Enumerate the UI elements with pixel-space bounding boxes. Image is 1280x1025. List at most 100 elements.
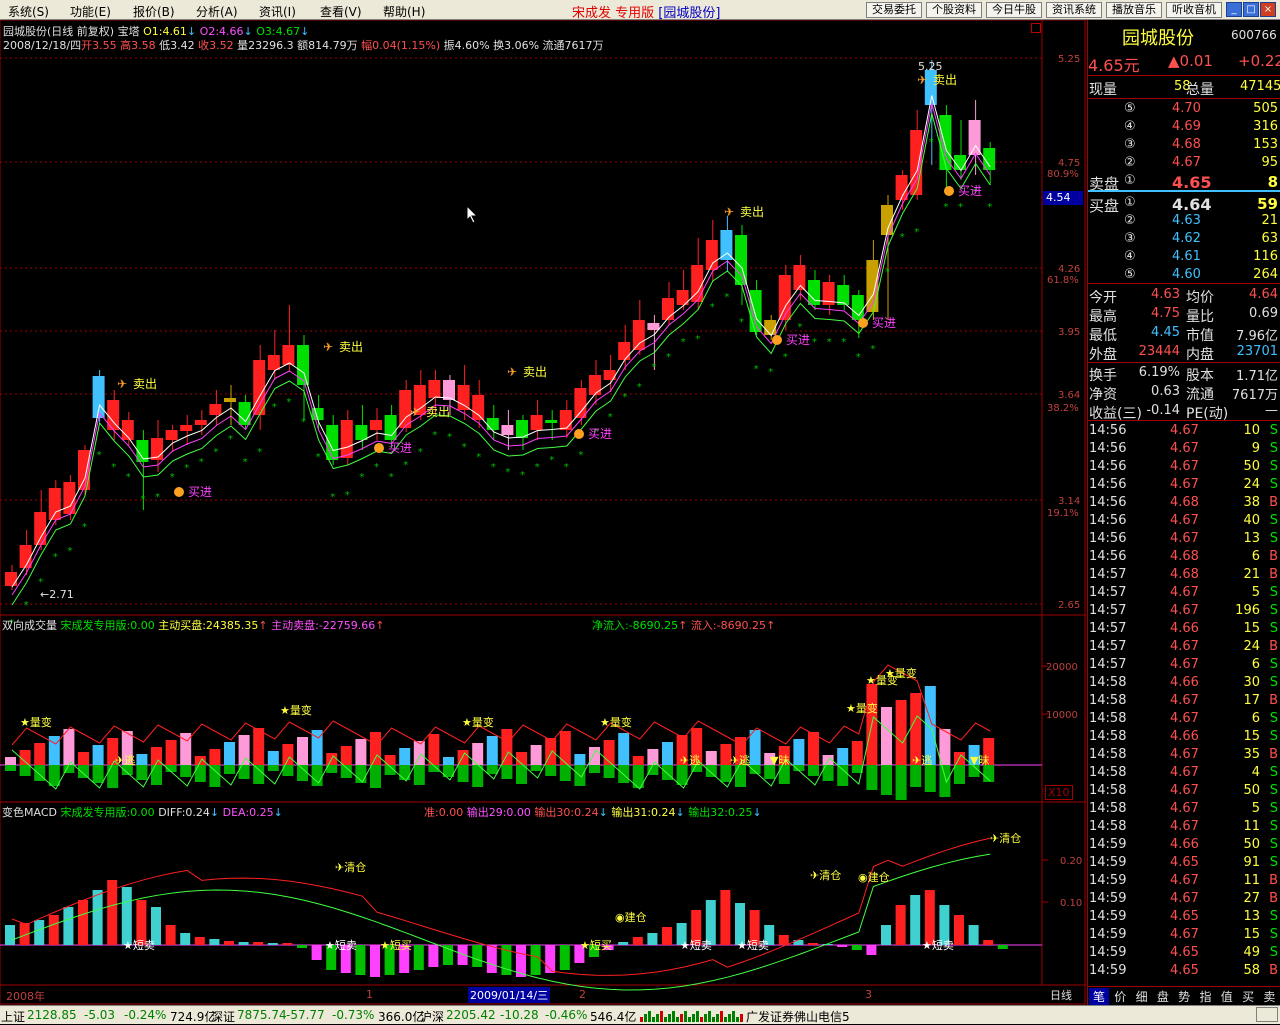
macd-histogram-bar — [983, 940, 994, 945]
tick-price: 4.67 — [1170, 927, 1199, 942]
play-music-button[interactable]: 播放音乐 — [1106, 2, 1162, 18]
menu-function[interactable]: 功能(E) — [70, 3, 111, 20]
ask-level-row[interactable]: ③ 4.68 153 — [1088, 136, 1280, 154]
candle-body — [574, 388, 587, 418]
tick-side: S — [1269, 711, 1278, 726]
bid-level-row[interactable]: ④ 4.61 116 — [1088, 248, 1280, 266]
period-label[interactable]: 日线 — [1050, 987, 1072, 1003]
ask-level: ③ — [1124, 137, 1136, 152]
sz-change: -57.77 — [286, 1008, 325, 1022]
support-dot: * — [914, 227, 919, 238]
ask-level-row[interactable]: ② 4.67 95 — [1088, 154, 1280, 172]
side-tab[interactable]: 值 — [1217, 988, 1237, 1005]
menu-view[interactable]: 查看(V) — [320, 3, 362, 20]
menu-info[interactable]: 资讯(I) — [259, 3, 296, 20]
candle-body — [107, 400, 120, 430]
ask-level-row[interactable]: 卖盘 ① 4.65 8 — [1088, 172, 1280, 193]
stat-value: 1.71亿 — [1236, 369, 1278, 384]
side-tab[interactable]: 细 — [1132, 988, 1152, 1005]
ask-volume: 8 — [1267, 173, 1278, 191]
close-icon[interactable]: × — [1260, 2, 1276, 17]
menu-system[interactable]: 系统(S) — [8, 3, 49, 20]
candle-body — [340, 420, 353, 458]
support-dot: * — [666, 352, 671, 363]
vol-bar-up — [574, 754, 586, 765]
vol-bar-down — [253, 765, 265, 784]
tick-side: B — [1269, 873, 1278, 888]
side-tab[interactable]: 指 — [1196, 988, 1216, 1005]
ask-level-row[interactable]: ④ 4.69 316 — [1088, 118, 1280, 136]
buy-signal-label: 买进 — [188, 485, 212, 499]
tick-volume: 13 — [1243, 531, 1260, 546]
vol-red-line — [11, 664, 991, 746]
macd-histogram-bar — [238, 942, 249, 945]
stock-profile-button[interactable]: 个股资料 — [926, 2, 982, 18]
support-dot: * — [389, 472, 394, 483]
connection-icon[interactable] — [1256, 1007, 1278, 1022]
side-tab[interactable]: 价 — [1110, 988, 1130, 1005]
x10-label[interactable]: X10 — [1045, 785, 1073, 800]
bid-level-row[interactable]: ③ 4.62 63 — [1088, 230, 1280, 248]
support-dot: * — [199, 457, 204, 468]
menu-analysis[interactable]: 分析(A) — [196, 3, 238, 20]
side-tab[interactable]: 势 — [1174, 988, 1194, 1005]
support-dot: * — [681, 337, 686, 348]
vol-bar-up — [618, 733, 630, 765]
vol-bar-down — [209, 765, 221, 787]
tick-row: 14:59 4.67 15 S — [1088, 926, 1280, 944]
stat-label: 今开 — [1089, 290, 1117, 306]
tick-row: 14:58 4.67 11 S — [1088, 818, 1280, 836]
side-tab[interactable]: 卖 — [1259, 988, 1279, 1005]
side-tab[interactable]: 买 — [1238, 988, 1258, 1005]
tick-side: S — [1269, 531, 1278, 546]
macd-histogram-bar — [253, 942, 264, 945]
tick-volume: 49 — [1243, 945, 1260, 960]
chart-corner-icon[interactable] — [1031, 23, 1041, 33]
candle-body — [895, 175, 908, 200]
support-dot: * — [67, 546, 72, 557]
macd-histogram-bar — [472, 945, 483, 967]
macd-histogram-bar — [559, 945, 570, 970]
ask-level-row[interactable]: ⑤ 4.70 505 — [1088, 100, 1280, 118]
vol-bar-up — [939, 729, 951, 765]
ask-volume: 153 — [1253, 137, 1278, 152]
sell-signal-label: 卖出 — [426, 405, 450, 419]
tick-price: 4.65 — [1170, 909, 1199, 924]
vol-bar-down — [194, 765, 206, 782]
chart-area[interactable]: 5.25 4.75 4.26 3.95 3.64 3.14 2.65 80.9% 61.8% 38… — [0, 20, 1086, 1005]
menu-quote[interactable]: 报价(B) — [133, 3, 175, 20]
menu-help[interactable]: 帮助(H) — [383, 3, 425, 20]
stat-value: 6.19% — [1138, 365, 1180, 380]
tick-volume: 27 — [1243, 891, 1260, 906]
vol-bar-down — [48, 765, 60, 786]
bid-level-row[interactable]: 买盘 ① 4.64 59 — [1088, 194, 1280, 215]
side-tab[interactable]: 盘 — [1153, 988, 1173, 1005]
candle-body — [545, 420, 558, 423]
tick-time: 14:58 — [1089, 693, 1127, 708]
side-tab[interactable]: 笔 — [1089, 988, 1109, 1005]
ask-level: ② — [1124, 155, 1136, 170]
radio-button[interactable]: 听收音机 — [1166, 2, 1222, 18]
tick-row: 14:58 4.67 6 S — [1088, 710, 1280, 728]
minimize-icon[interactable]: _ — [1226, 2, 1242, 17]
macd-histogram-bar — [5, 925, 15, 945]
macd-outputs: 准:0.00 输出29:0.00 输出30:0.24↓ 输出31:0.24↓ 输… — [424, 806, 762, 819]
vol-bar-up — [881, 707, 892, 765]
vol-bar-up — [136, 754, 148, 765]
tick-price: 4.67 — [1170, 873, 1199, 888]
clear-position-label: ✈清仓 — [810, 868, 841, 882]
support-dot: * — [286, 397, 291, 408]
candle-body — [194, 420, 207, 425]
maximize-icon[interactable]: □ — [1243, 2, 1259, 17]
bid-level-row[interactable]: ② 4.63 21 — [1088, 212, 1280, 230]
vol-bar-down — [107, 765, 119, 788]
tick-volume: 6 — [1251, 657, 1260, 672]
news-system-button[interactable]: 资讯系统 — [1046, 2, 1102, 18]
hot-stocks-button[interactable]: 今日牛股 — [986, 2, 1042, 18]
trade-button[interactable]: 交易委托 — [866, 2, 922, 18]
macd-panel-header: 变色MACD 宋成发专用版:0.00 DIFF:0.24↓ DEA:0.25↓ — [2, 806, 283, 819]
support-dot: * — [637, 382, 642, 393]
support-dot: * — [491, 462, 496, 473]
bid-level: ⑤ — [1124, 267, 1136, 282]
bid-level-row[interactable]: ⑤ 4.60 264 — [1088, 266, 1280, 284]
